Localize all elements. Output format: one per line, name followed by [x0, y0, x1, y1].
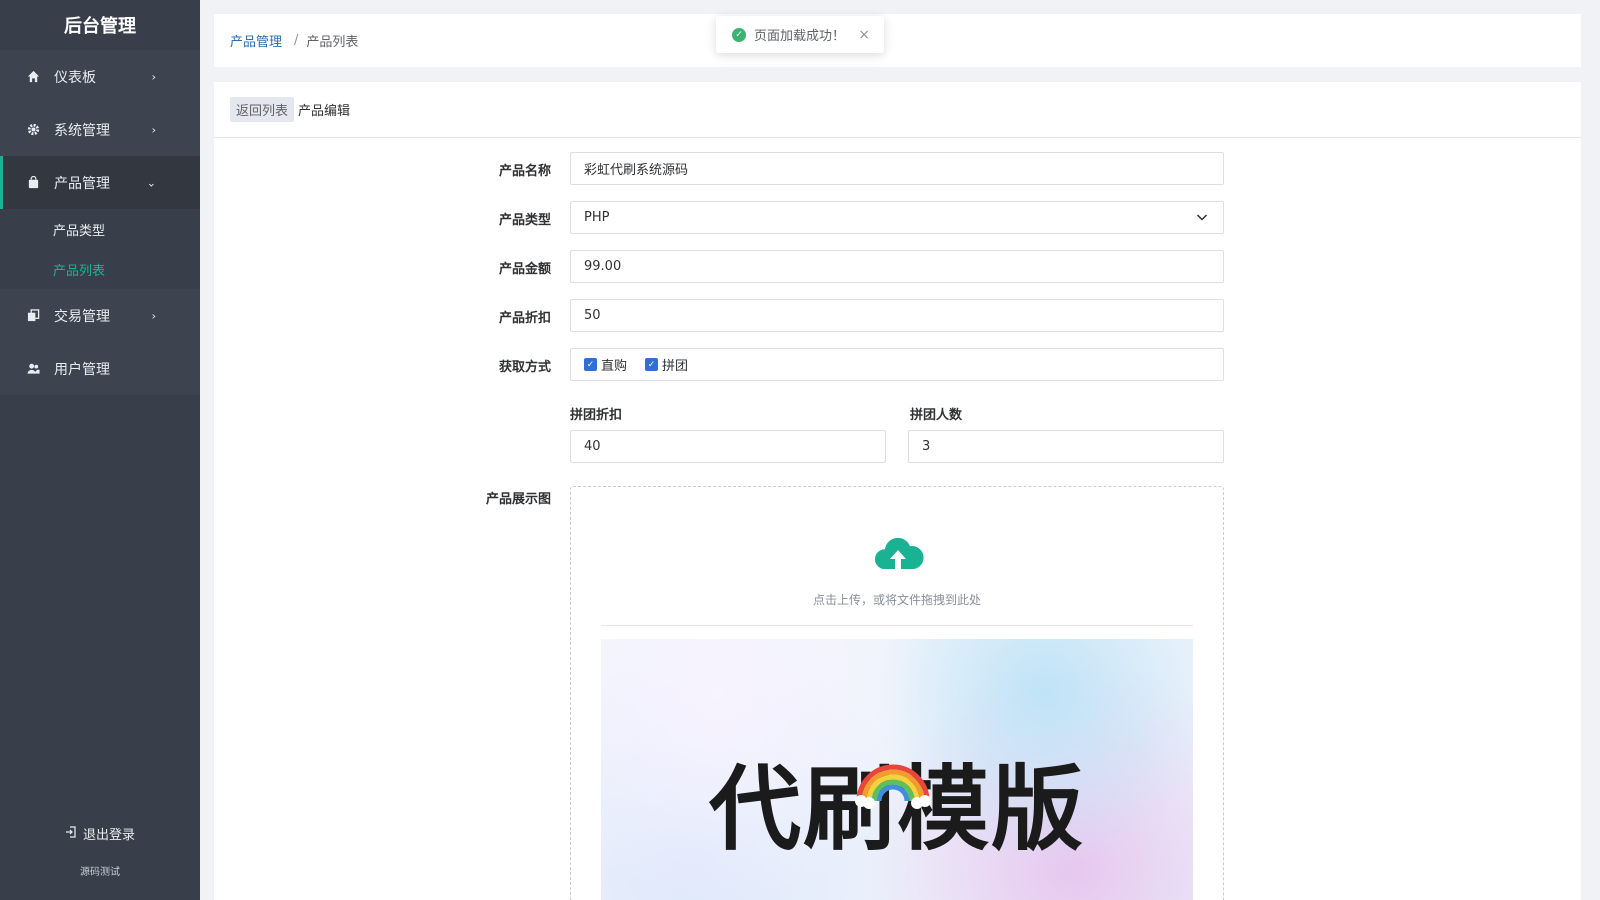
- brand-title: 后台管理: [0, 0, 200, 50]
- acquire-method-group: ✓ 直购 ✓ 拼团: [570, 348, 1224, 381]
- product-name-label: 产品名称: [498, 163, 551, 179]
- form-row-price: 产品金额 99.00: [214, 250, 1581, 284]
- sidebar-item-label: 系统管理: [54, 122, 110, 139]
- card-title: 产品编辑: [298, 104, 351, 119]
- sidebar-item-trades[interactable]: 交易管理 ›: [0, 289, 200, 342]
- checkbox-group-buy[interactable]: ✓ 拼团: [645, 355, 688, 374]
- product-discount-label: 产品折扣: [498, 310, 551, 326]
- back-to-list-button[interactable]: 返回列表: [230, 97, 295, 122]
- checkbox-label: 拼团: [662, 359, 689, 374]
- sidebar-item-dashboard[interactable]: 仪表板 ›: [0, 50, 200, 103]
- products-submenu: 产品类型 产品列表: [0, 209, 200, 289]
- upload-divider: [601, 625, 1193, 626]
- checkbox-checked-icon: ✓: [645, 358, 659, 371]
- logout-label: 退出登录: [82, 828, 135, 843]
- product-name-input[interactable]: 彩虹代刷系统源码: [570, 152, 1224, 185]
- copy-icon: [26, 309, 40, 323]
- logout-icon: [65, 825, 77, 842]
- toast-message: 页面加载成功！: [754, 29, 846, 44]
- group-discount-label: 拼团折扣: [570, 408, 623, 423]
- sidebar-subitem-product-types[interactable]: 产品类型: [0, 209, 200, 249]
- sidebar-item-label: 仪表板: [54, 69, 96, 86]
- sidebar-menu: 仪表板 › 系统管理 › 产品管理 ⌄ 产品类型 产品列表 交易管理 › 用户管…: [0, 50, 200, 395]
- breadcrumb: 产品管理 / 产品列表: [214, 14, 1581, 67]
- sidebar: 后台管理 仪表板 › 系统管理 › 产品管理 ⌄ 产品类型 产品列表 交易管理 …: [0, 0, 200, 900]
- uploaded-image-preview[interactable]: 代刷模版: [601, 639, 1193, 900]
- logout-button[interactable]: 退出登录: [65, 824, 135, 843]
- group-discount-input[interactable]: 40: [570, 430, 886, 463]
- product-image-label: 产品展示图: [485, 491, 551, 507]
- home-icon: [26, 70, 40, 84]
- group-size-input[interactable]: 3: [908, 430, 1224, 463]
- checkbox-label: 直购: [601, 359, 628, 374]
- product-discount-input[interactable]: 50: [570, 299, 1224, 332]
- image-upload-dropzone[interactable]: 点击上传，或将文件拖拽到此处 代刷模版: [570, 486, 1224, 900]
- form-row-type: 产品类型 PHP: [214, 201, 1581, 235]
- sidebar-item-products[interactable]: 产品管理 ⌄: [0, 156, 200, 209]
- footer-note: 源码测试: [80, 867, 120, 878]
- group-size-label: 拼团人数: [910, 408, 963, 423]
- edit-card: 返回列表 产品编辑 产品名称 彩虹代刷系统源码 产品类型 PHP 产品金额 99…: [214, 82, 1581, 900]
- upload-hint: 点击上传，或将文件拖拽到此处: [812, 593, 981, 607]
- sidebar-footer: 退出登录 源码测试: [0, 824, 200, 878]
- form-row-method: 获取方式 ✓ 直购 ✓ 拼团: [214, 348, 1581, 382]
- sidebar-item-system[interactable]: 系统管理 ›: [0, 103, 200, 156]
- close-icon[interactable]: ×: [858, 27, 870, 43]
- product-form: 产品名称 彩虹代刷系统源码 产品类型 PHP 产品金额 99.00 产品折扣 5…: [214, 138, 1581, 900]
- card-header: 返回列表 产品编辑: [214, 82, 1581, 138]
- form-row-discount: 产品折扣 50: [214, 299, 1581, 333]
- chevron-down-icon: ⌄: [146, 176, 156, 189]
- sidebar-item-label: 交易管理: [54, 308, 110, 325]
- product-type-label: 产品类型: [498, 212, 551, 228]
- chevron-down-icon: [1196, 214, 1208, 221]
- chevron-right-icon: ›: [151, 309, 156, 322]
- form-row-name: 产品名称 彩虹代刷系统源码: [214, 152, 1581, 186]
- product-price-label: 产品金额: [498, 261, 551, 277]
- users-icon: [26, 362, 40, 376]
- product-type-value: PHP: [584, 210, 610, 225]
- rainbow-icon: [855, 764, 931, 809]
- checkbox-checked-icon: ✓: [584, 358, 597, 371]
- breadcrumb-separator: /: [294, 33, 299, 48]
- check-circle-icon: ✓: [732, 27, 746, 42]
- acquire-method-label: 获取方式: [498, 359, 551, 375]
- product-type-select[interactable]: PHP: [570, 201, 1224, 234]
- chevron-right-icon: ›: [151, 123, 156, 136]
- sidebar-item-label: 用户管理: [54, 361, 110, 378]
- success-toast: ✓ 页面加载成功！ ×: [716, 16, 884, 53]
- bag-icon: [26, 176, 40, 190]
- sidebar-item-label: 产品管理: [54, 175, 110, 192]
- cloud-upload-icon: [874, 537, 924, 569]
- breadcrumb-parent[interactable]: 产品管理: [230, 31, 282, 50]
- checkbox-direct-buy[interactable]: ✓ 直购: [584, 355, 627, 374]
- chevron-right-icon: ›: [151, 70, 156, 83]
- gear-icon: [26, 123, 40, 137]
- product-price-input[interactable]: 99.00: [570, 250, 1224, 283]
- sidebar-subitem-product-list[interactable]: 产品列表: [0, 249, 200, 289]
- sidebar-item-users[interactable]: 用户管理: [0, 342, 200, 395]
- breadcrumb-current: 产品列表: [306, 35, 359, 50]
